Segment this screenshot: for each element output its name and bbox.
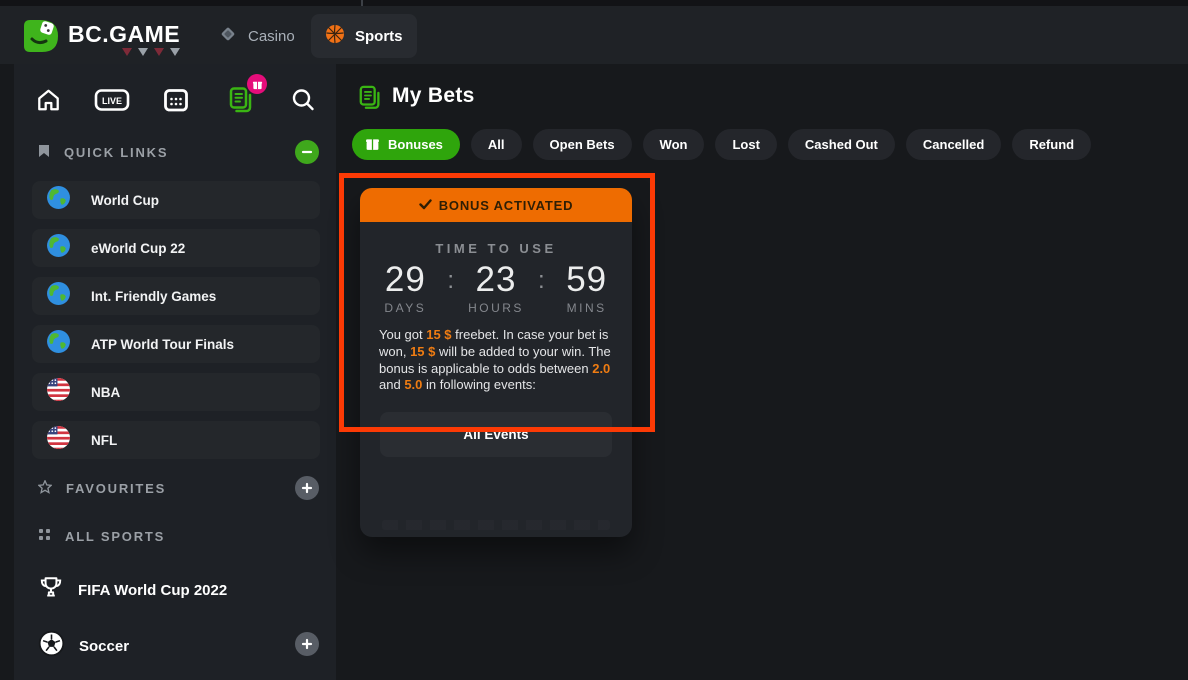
my-bets-icon bbox=[358, 84, 383, 117]
top-navbar: BC.GAME Casino Sports bbox=[0, 6, 1188, 64]
filter-cancelled[interactable]: Cancelled bbox=[906, 129, 1001, 160]
flag-triangle bbox=[122, 48, 132, 56]
globe-icon bbox=[46, 233, 71, 263]
quick-links-header: QUICK LINKS bbox=[38, 144, 168, 161]
sidebar-item-nfl[interactable]: NFL bbox=[32, 421, 320, 459]
svg-text:LIVE: LIVE bbox=[102, 96, 122, 106]
home-icon[interactable] bbox=[30, 82, 66, 118]
tab-sports-label: Sports bbox=[355, 28, 403, 45]
faded-bottom-row bbox=[382, 520, 610, 530]
casino-cards-icon bbox=[218, 24, 238, 49]
basketball-icon bbox=[325, 24, 345, 49]
filter-all[interactable]: All bbox=[471, 129, 522, 160]
calendar-icon[interactable] bbox=[158, 82, 194, 118]
live-icon[interactable]: LIVE bbox=[94, 82, 130, 118]
flag-triangle bbox=[138, 48, 148, 56]
filter-lost[interactable]: Lost bbox=[715, 129, 776, 160]
grid-icon bbox=[38, 528, 51, 544]
countdown-hours: 23 HOURS bbox=[466, 262, 526, 315]
trophy-icon bbox=[38, 575, 64, 606]
bonus-status-banner: BONUS ACTIVATED bbox=[360, 188, 632, 222]
countdown-separator: : bbox=[538, 262, 545, 295]
my-bets-icon[interactable] bbox=[223, 82, 259, 118]
bonus-countdown: 29 DAYS : 23 HOURS : 59 MINS bbox=[360, 262, 632, 315]
filter-won[interactable]: Won bbox=[643, 129, 705, 160]
quick-links-collapse-button[interactable] bbox=[295, 140, 319, 164]
bet-filter-chips: Bonuses All Open Bets Won Lost Cashed Ou… bbox=[352, 129, 1091, 160]
globe-icon bbox=[46, 185, 71, 215]
countdown-mins: 59 MINS bbox=[557, 262, 617, 315]
filter-refund[interactable]: Refund bbox=[1012, 129, 1091, 160]
us-flag-icon bbox=[46, 377, 71, 407]
sidebar-item-atp-world-tour-finals[interactable]: ATP World Tour Finals bbox=[32, 325, 320, 363]
tab-casino[interactable]: Casino bbox=[204, 14, 309, 58]
countdown-days: 29 DAYS bbox=[375, 262, 435, 315]
tab-casino-label: Casino bbox=[248, 28, 295, 45]
bcgame-logo-icon[interactable] bbox=[20, 15, 66, 57]
sidebar-item-int-friendly-games[interactable]: Int. Friendly Games bbox=[32, 277, 320, 315]
flag-triangle bbox=[154, 48, 164, 56]
check-icon bbox=[419, 198, 432, 213]
sidebar-item-fifa-world-cup-2022[interactable]: FIFA World Cup 2022 bbox=[38, 575, 227, 606]
sidebar-item-eworld-cup-22[interactable]: eWorld Cup 22 bbox=[32, 229, 320, 267]
soccer-ball-icon bbox=[38, 630, 65, 662]
brand-name: BC.GAME bbox=[68, 21, 180, 48]
gift-icon bbox=[365, 136, 380, 154]
tab-sports[interactable]: Sports bbox=[311, 14, 417, 58]
soccer-expand-button[interactable] bbox=[295, 632, 319, 656]
sidebar-item-nba[interactable]: NBA bbox=[32, 373, 320, 411]
bookmark-icon bbox=[38, 144, 50, 161]
us-flag-icon bbox=[46, 425, 71, 455]
globe-icon bbox=[46, 329, 71, 359]
favourites-add-button[interactable] bbox=[295, 476, 319, 500]
sidebar-item-world-cup[interactable]: World Cup bbox=[32, 181, 320, 219]
page-title: My Bets bbox=[392, 84, 475, 108]
sidebar-item-soccer[interactable]: Soccer bbox=[38, 630, 129, 662]
timer-title: TIME TO USE bbox=[360, 241, 632, 256]
filter-bonuses[interactable]: Bonuses bbox=[352, 129, 460, 160]
bonus-card: BONUS ACTIVATED TIME TO USE 29 DAYS : 23… bbox=[360, 188, 632, 537]
sidebar: LIVE bbox=[14, 64, 336, 680]
star-icon bbox=[38, 480, 52, 497]
flag-triangle bbox=[170, 48, 180, 56]
filter-cashed-out[interactable]: Cashed Out bbox=[788, 129, 895, 160]
brand-bunting-decoration bbox=[122, 48, 180, 56]
filter-open-bets[interactable]: Open Bets bbox=[533, 129, 632, 160]
globe-icon bbox=[46, 281, 71, 311]
all-events-button[interactable]: All Events bbox=[380, 412, 612, 457]
sidebar-icon-row: LIVE bbox=[14, 82, 336, 120]
countdown-separator: : bbox=[447, 262, 454, 295]
favourites-header: FAVOURITES bbox=[38, 480, 166, 497]
app-window: BC.GAME Casino Sports bbox=[0, 0, 1188, 680]
bonus-description: You got 15 $ freebet. In case your bet i… bbox=[379, 327, 613, 395]
gift-badge bbox=[247, 74, 267, 94]
all-sports-header: ALL SPORTS bbox=[38, 528, 165, 544]
search-icon[interactable] bbox=[285, 82, 321, 118]
